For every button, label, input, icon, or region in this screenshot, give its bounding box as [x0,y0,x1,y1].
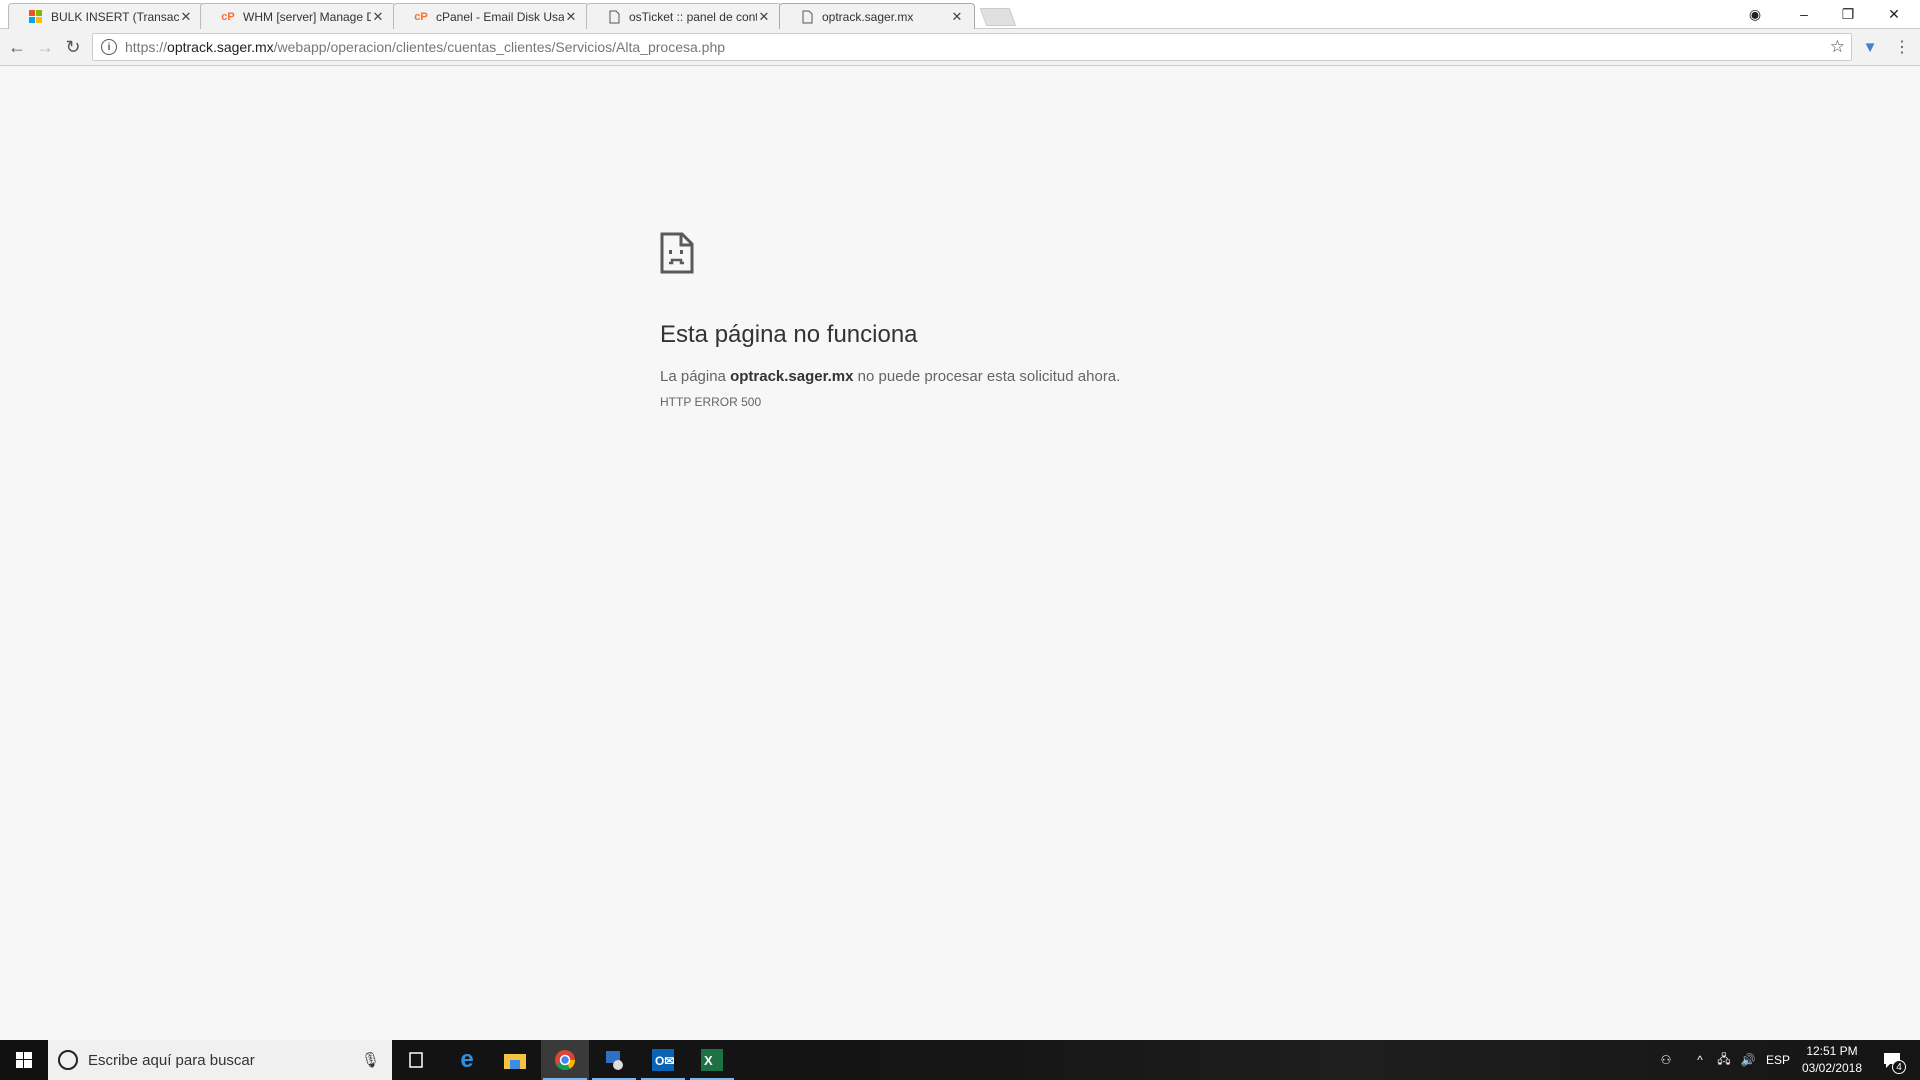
tab-bulk-insert[interactable]: BULK INSERT (Transact-SQL) ✕ [8,3,204,29]
reload-button[interactable]: ↻ [61,35,85,59]
cpanel-icon: cP [221,10,235,23]
extension-icon[interactable]: ▼ [1858,35,1882,59]
error-title: Esta página no funciona [660,321,918,348]
browser-toolbar: ← → ↻ i https://optrack.sager.mx/webapp/… [0,29,1920,66]
start-button[interactable] [0,1040,48,1080]
error-code: HTTP ERROR 500 [660,395,762,409]
menu-icon[interactable]: ⋮ [1890,35,1914,59]
taskbar: Escribe aquí para buscar 🎙 e O✉ X ⚇ ^ 🖧 … [0,1040,1920,1080]
tab-osticket[interactable]: osTicket :: panel de control ✕ [586,3,782,29]
close-tab-icon[interactable]: ✕ [371,9,385,25]
page-content: Esta página no funciona La página optrac… [0,66,1920,1040]
close-tab-icon[interactable]: ✕ [564,9,578,25]
chrome-icon[interactable] [541,1040,589,1080]
tab-whm[interactable]: cP WHM [server] Manage Disk ✕ [200,3,396,29]
task-view-icon[interactable] [392,1040,440,1080]
new-tab-button[interactable] [979,8,1017,26]
outlook-icon[interactable]: O✉ [639,1040,687,1080]
volume-icon[interactable]: 🔊 [1736,1040,1760,1080]
clock[interactable]: 12:51 PM 03/02/2018 [1796,1040,1868,1080]
notification-count: 4 [1892,1060,1906,1074]
tab-cpanel[interactable]: cP cPanel - Email Disk Usage ✕ [393,3,589,29]
language-indicator[interactable]: ESP [1762,1040,1794,1080]
taskbar-search[interactable]: Escribe aquí para buscar 🎙 [48,1040,392,1080]
edge-icon[interactable]: e [443,1040,491,1080]
close-tab-icon[interactable]: ✕ [757,9,771,25]
show-hidden-icons[interactable]: ^ [1690,1040,1710,1080]
forward-button[interactable]: → [33,35,57,59]
page-icon [800,10,814,24]
sad-page-icon [660,232,694,274]
page-icon [607,10,621,24]
back-button[interactable]: ← [5,35,29,59]
microphone-icon[interactable]: 🎙 [361,1051,380,1069]
profile-icon[interactable]: ◉ [1733,0,1777,28]
bookmark-star-icon[interactable]: ☆ [1830,37,1845,57]
info-icon[interactable]: i [101,39,117,55]
svg-text:X: X [704,1053,713,1068]
error-description: La página optrack.sager.mx no puede proc… [660,368,1121,385]
minimize-button[interactable]: – [1782,0,1826,28]
network-icon[interactable]: 🖧 [1712,1040,1736,1080]
close-tab-icon[interactable]: ✕ [179,9,193,25]
close-window-button[interactable]: ✕ [1872,0,1916,28]
microsoft-icon [29,9,43,24]
svg-text:O✉: O✉ [655,1054,674,1068]
remote-desktop-icon[interactable] [590,1040,638,1080]
restore-button[interactable]: ❐ [1826,0,1870,28]
file-explorer-icon[interactable] [491,1040,539,1080]
action-center-icon[interactable]: 4 [1872,1040,1912,1080]
tab-strip: BULK INSERT (Transact-SQL) ✕ cP WHM [ser… [0,0,1920,29]
address-bar[interactable]: i https://optrack.sager.mx/webapp/operac… [92,33,1852,61]
close-tab-icon[interactable]: ✕ [950,9,964,25]
people-icon[interactable]: ⚇ [1652,1040,1680,1080]
cpanel-icon: cP [414,10,428,23]
cortana-icon [58,1050,78,1070]
tab-optrack[interactable]: optrack.sager.mx ✕ [779,3,975,29]
excel-icon[interactable]: X [688,1040,736,1080]
